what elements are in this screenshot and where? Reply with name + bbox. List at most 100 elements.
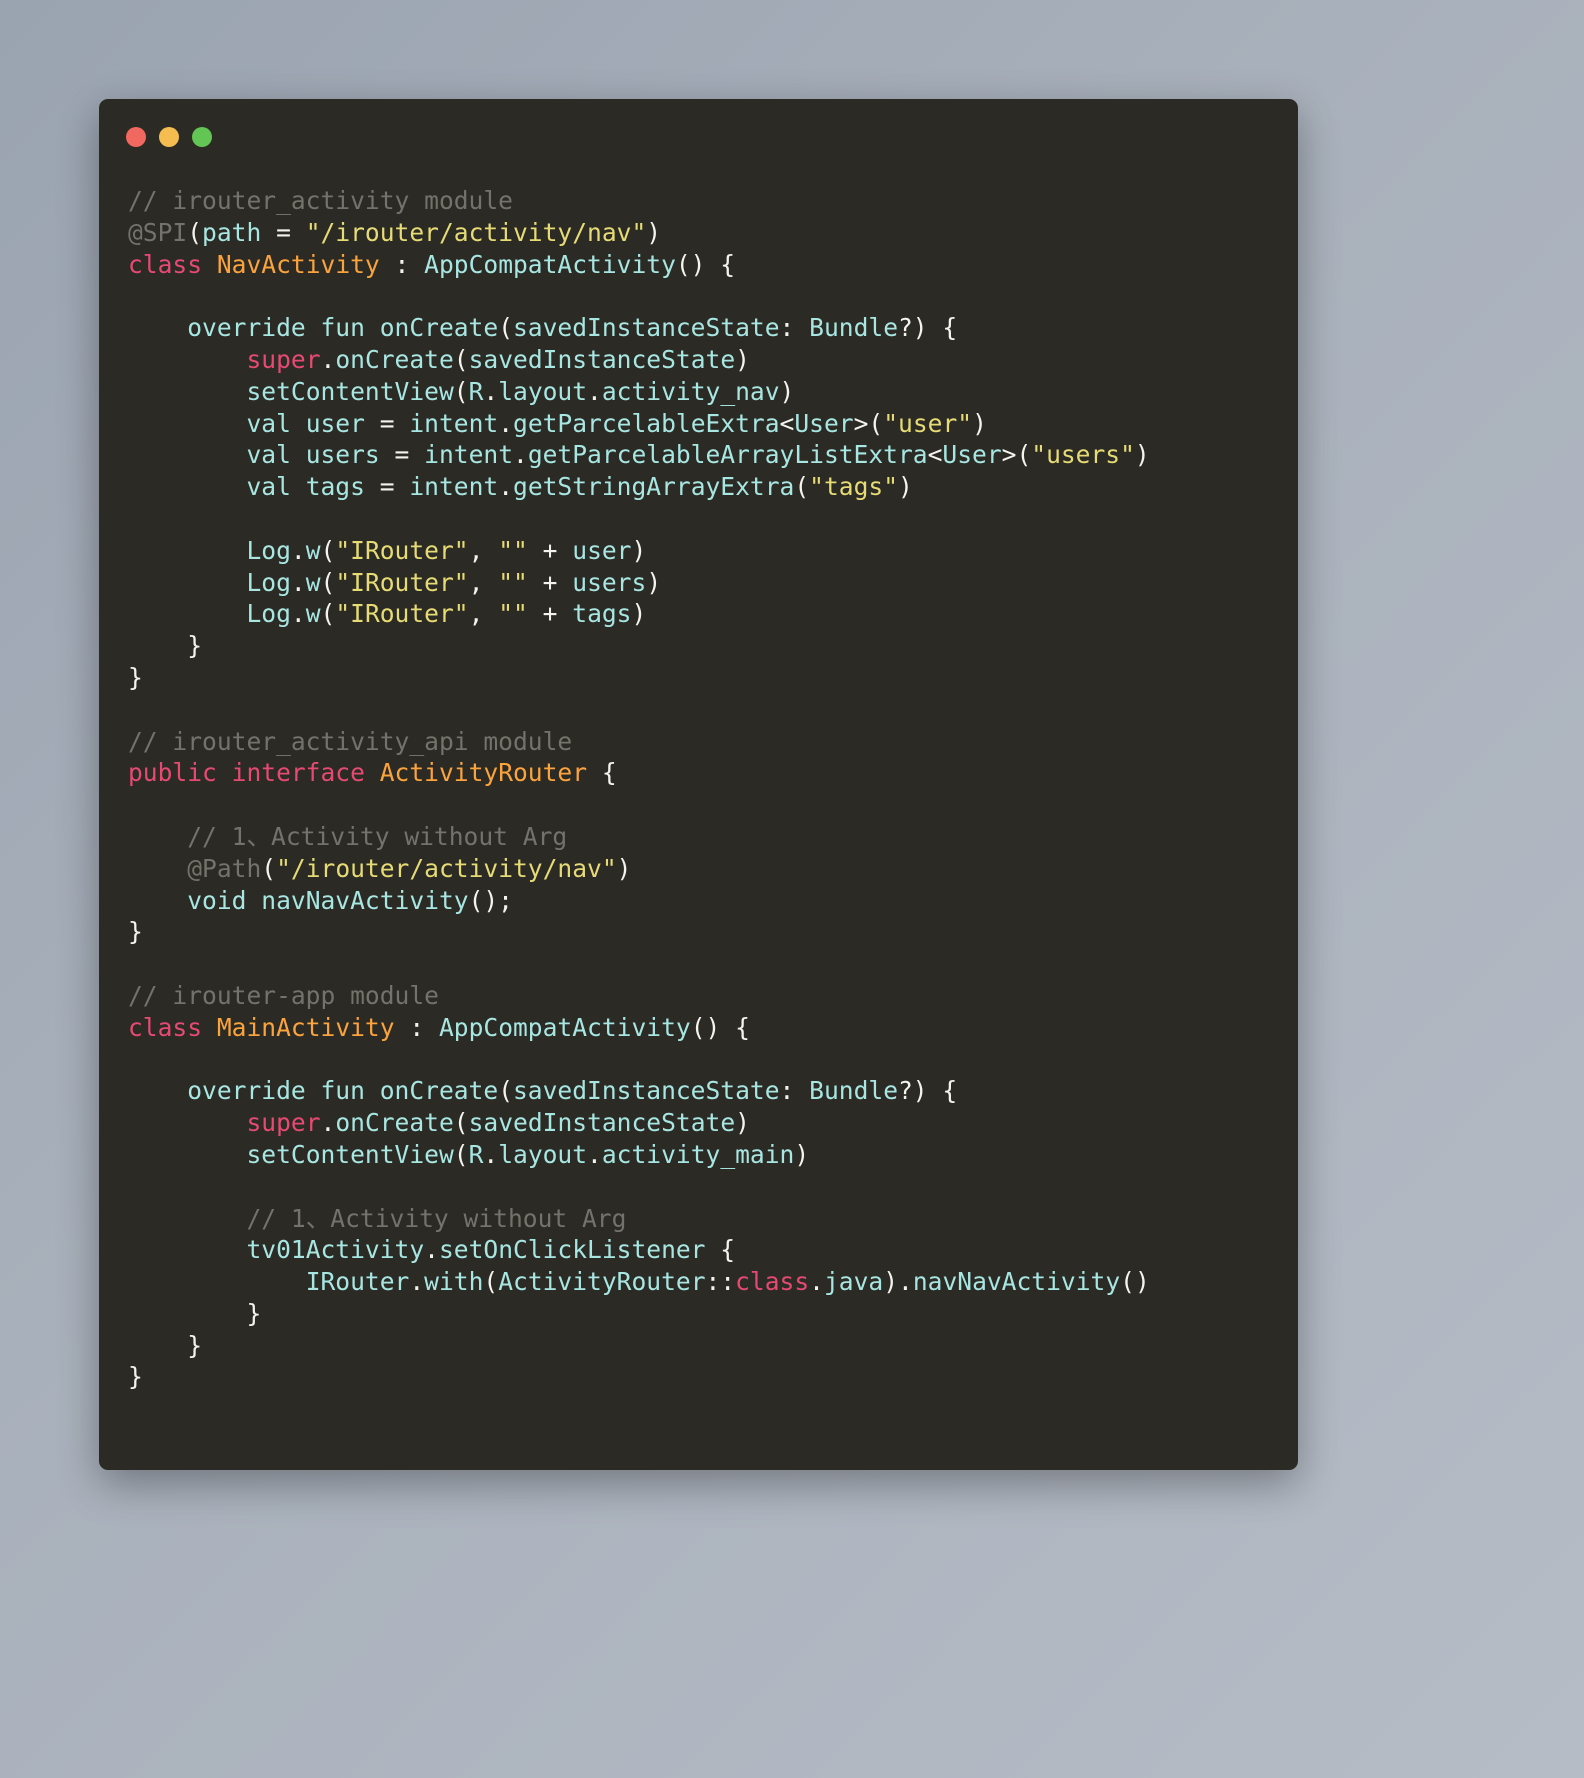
- code-token: onCreate: [335, 344, 454, 374]
- code-token: ActivityRouter: [379, 758, 588, 788]
- code-token: (: [261, 853, 277, 883]
- maximize-window-icon[interactable]: [192, 127, 212, 147]
- code-line: }: [128, 1361, 1288, 1393]
- code-token: void navNavActivity: [187, 885, 469, 915]
- code-line: IRouter.with(ActivityRouter::class.java)…: [128, 1266, 1288, 1298]
- code-token: (: [320, 599, 336, 629]
- code-token: w: [305, 599, 321, 629]
- code-token: ): [735, 1108, 750, 1138]
- code-token: savedInstanceState: [468, 1108, 736, 1138]
- code-line: }: [128, 662, 1288, 694]
- code-token: .: [513, 440, 528, 470]
- code-token: ActivityRouter: [498, 1267, 706, 1297]
- code-token: (: [320, 535, 336, 565]
- code-token: activity_main: [601, 1139, 795, 1169]
- minimize-window-icon[interactable]: [159, 127, 179, 147]
- code-token: ): [779, 376, 795, 406]
- close-window-icon[interactable]: [126, 127, 146, 147]
- code-token: "tags": [809, 472, 898, 502]
- code-line: Log.w("IRouter", "" + tags): [128, 598, 1288, 630]
- code-token: .: [290, 599, 306, 629]
- code-token: layout: [498, 1139, 588, 1169]
- code-token: ): [972, 408, 987, 438]
- code-line: tv01Activity.setOnClickListener {: [128, 1234, 1288, 1266]
- code-token: class: [735, 1267, 810, 1297]
- code-token: +: [527, 567, 573, 597]
- code-line: setContentView(R.layout.activity_main): [128, 1139, 1288, 1171]
- code-token: path: [202, 217, 262, 247]
- code-token: }: [128, 1330, 203, 1360]
- code-token: ).: [883, 1267, 913, 1297]
- code-token: .: [424, 1235, 439, 1265]
- code-token: val user: [246, 408, 365, 438]
- code-token: ): [794, 1139, 810, 1169]
- code-token: ): [631, 535, 647, 565]
- code-token: "": [498, 535, 528, 565]
- code-token: override fun onCreate: [187, 1076, 499, 1106]
- code-line: super.onCreate(savedInstanceState): [128, 1107, 1288, 1139]
- code-line: class MainActivity : AppCompatActivity()…: [128, 1012, 1288, 1044]
- code-token: savedInstanceState: [468, 344, 736, 374]
- code-token: (: [320, 567, 336, 597]
- code-token: savedInstanceState: [513, 1076, 780, 1106]
- code-line: override fun onCreate(savedInstanceState…: [128, 312, 1288, 344]
- code-token: (: [483, 1267, 499, 1297]
- code-token: ): [646, 567, 662, 597]
- code-token: <: [779, 408, 795, 438]
- code-token: :: [394, 1012, 439, 1042]
- code-line: class NavActivity : AppCompatActivity() …: [128, 249, 1288, 281]
- code-token: (: [498, 1076, 513, 1106]
- code-token: public interface: [128, 758, 365, 788]
- code-line: @SPI(path = "/irouter/activity/nav"): [128, 217, 1288, 249]
- code-token: .: [320, 344, 336, 374]
- code-token: Bundle: [809, 1076, 898, 1106]
- code-token: .: [483, 376, 499, 406]
- code-token: Bundle: [809, 313, 898, 343]
- code-token: (: [453, 344, 469, 374]
- code-line: void navNavActivity();: [128, 885, 1288, 917]
- code-token: savedInstanceState: [513, 313, 780, 343]
- code-token: ): [1134, 440, 1150, 470]
- code-token: navNavActivity: [912, 1267, 1121, 1297]
- code-token: .: [587, 1139, 602, 1169]
- code-block: // irouter_activity module @SPI(path = "/…: [128, 185, 1288, 1462]
- code-token: }: [128, 631, 203, 661]
- code-line: Log.w("IRouter", "" + user): [128, 535, 1288, 567]
- code-token: // 1、Activity without Arg: [246, 1203, 627, 1233]
- code-token: override fun onCreate: [187, 313, 499, 343]
- code-token: (: [453, 376, 469, 406]
- code-token: class: [128, 249, 203, 279]
- code-token: users: [572, 567, 647, 597]
- code-line: }: [128, 916, 1288, 948]
- code-token: getParcelableExtra: [513, 408, 780, 438]
- code-token: getParcelableArrayListExtra: [527, 440, 928, 470]
- code-token: ?) {: [898, 1076, 958, 1106]
- code-token: setOnClickListener: [438, 1235, 706, 1265]
- code-token: .: [587, 376, 602, 406]
- code-line: }: [128, 1298, 1288, 1330]
- code-token: IRouter: [305, 1267, 410, 1297]
- code-token: {: [587, 758, 617, 788]
- code-token: .: [809, 1267, 824, 1297]
- code-line: // irouter_activity_api module: [128, 726, 1288, 758]
- code-token: "users": [1031, 440, 1135, 470]
- code-token: intent: [409, 472, 499, 502]
- code-token: AppCompatActivity: [424, 249, 676, 279]
- code-line: // 1、Activity without Arg: [128, 1203, 1288, 1235]
- traffic-light-buttons: [126, 127, 212, 147]
- code-token: tv01Activity: [246, 1235, 425, 1265]
